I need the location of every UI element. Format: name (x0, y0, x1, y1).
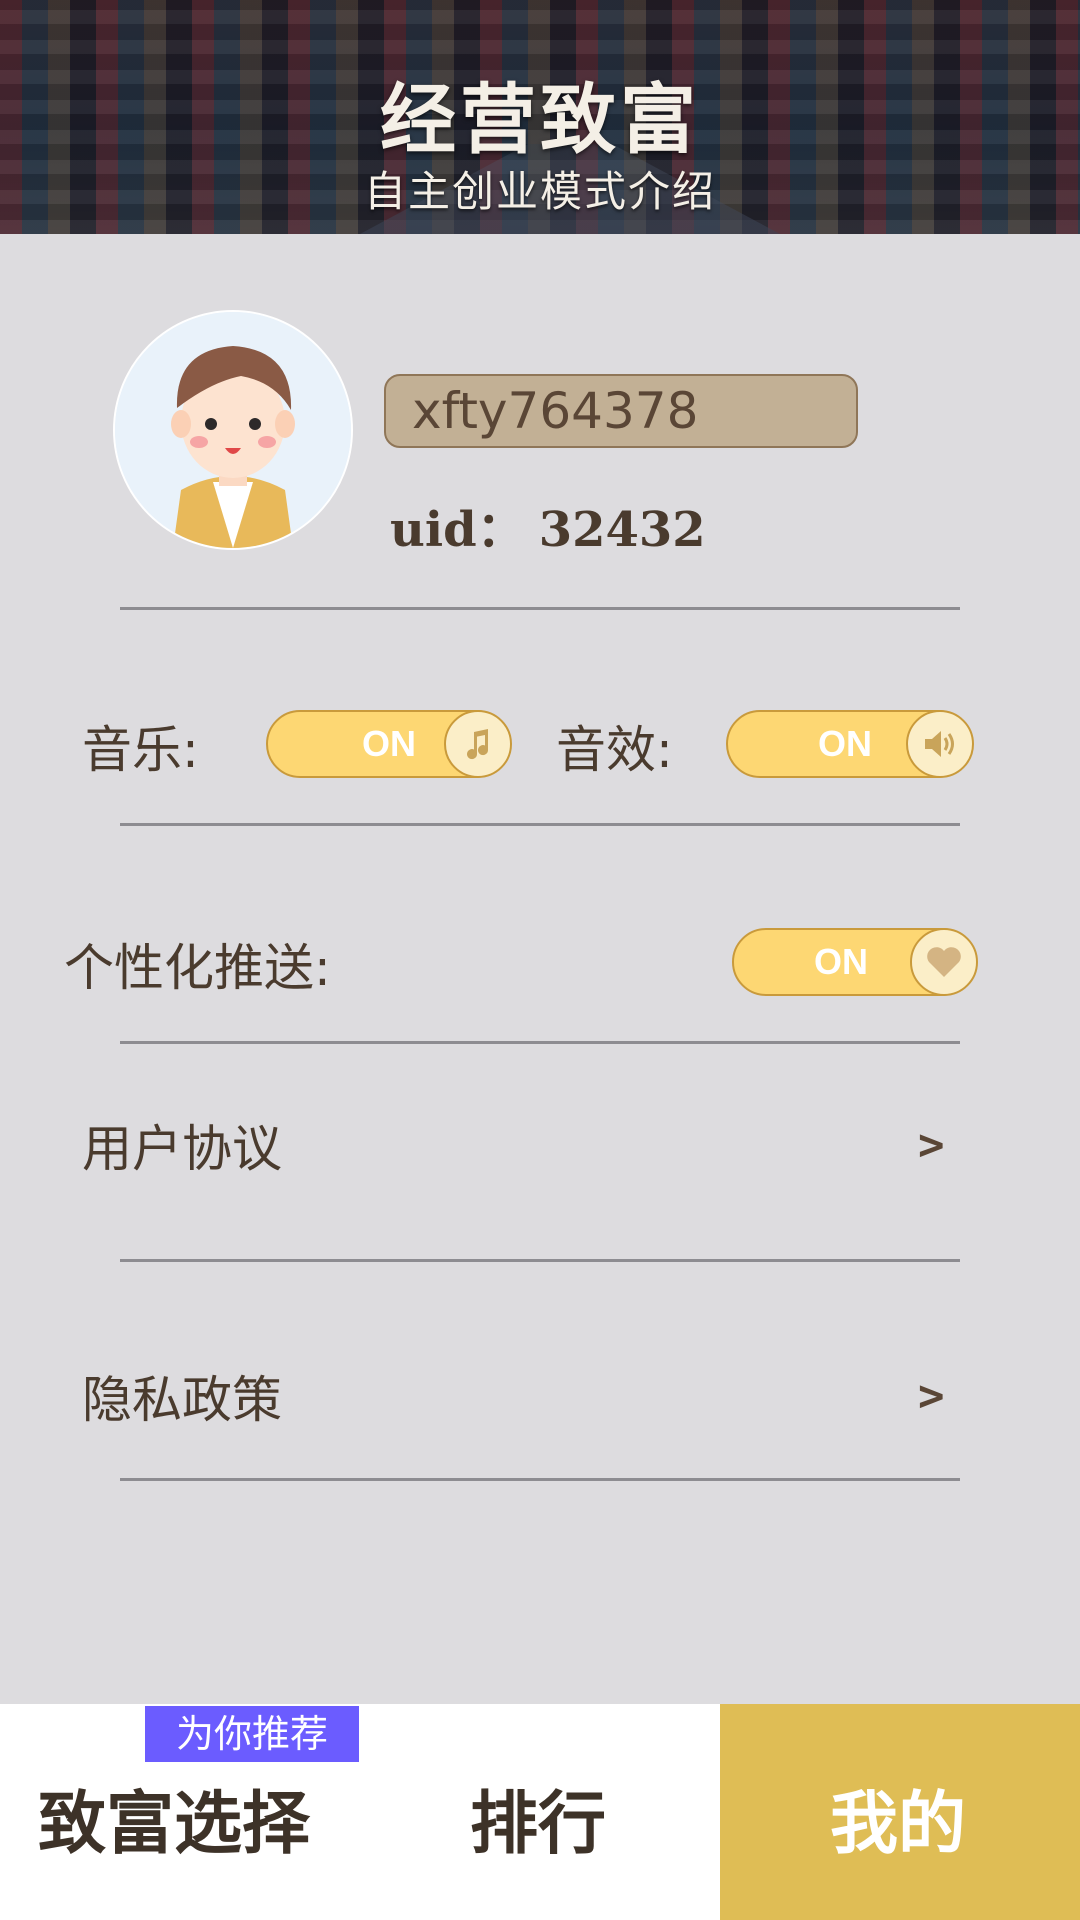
username-field[interactable]: xfty764378 (384, 374, 858, 448)
uid-value: 32432 (538, 502, 706, 558)
music-toggle[interactable]: ON (266, 710, 512, 778)
sfx-toggle[interactable]: ON (726, 710, 974, 778)
user-agreement-row[interactable]: 用户协议 > (0, 1045, 1080, 1257)
privacy-policy-label: 隐私政策 (82, 1371, 282, 1429)
uid-label: uid： (390, 502, 525, 558)
recommend-badge: 为你推荐 (145, 1706, 359, 1762)
sfx-label: 音效: (556, 721, 673, 779)
tab-wealth-choice-label: 致富选择 (38, 1785, 311, 1864)
divider (120, 1259, 960, 1262)
page-title: 经营致富 (380, 75, 700, 164)
privacy-policy-row[interactable]: 隐私政策 > (0, 1263, 1080, 1477)
sfx-toggle-state: ON (818, 723, 872, 764)
divider (120, 607, 960, 610)
avatar-illustration (115, 312, 351, 548)
chevron-right-icon: > (918, 1119, 945, 1171)
divider (120, 1041, 960, 1044)
tab-ranking[interactable]: 排行 (360, 1704, 720, 1920)
divider (120, 823, 960, 826)
tab-ranking-label: 排行 (470, 1785, 607, 1864)
chevron-right-icon: > (918, 1370, 945, 1422)
avatar[interactable] (113, 310, 353, 550)
divider (120, 1478, 960, 1481)
tab-mine[interactable]: 我的 (720, 1704, 1080, 1920)
speaker-icon (906, 710, 974, 778)
uid-display: uid： 32432 (390, 490, 706, 560)
music-toggle-state: ON (362, 723, 416, 764)
push-toggle[interactable]: ON (732, 928, 978, 996)
music-note-icon (444, 710, 512, 778)
push-label: 个性化推送: (64, 939, 331, 997)
heart-icon (910, 928, 978, 996)
tab-mine-label: 我的 (830, 1785, 967, 1864)
header-banner: 经营致富 自主创业模式介绍 (0, 0, 1080, 234)
page-subtitle: 自主创业模式介绍 (363, 167, 716, 216)
push-toggle-state: ON (814, 941, 868, 982)
user-agreement-label: 用户协议 (82, 1120, 282, 1178)
music-label: 音乐: (82, 721, 199, 779)
